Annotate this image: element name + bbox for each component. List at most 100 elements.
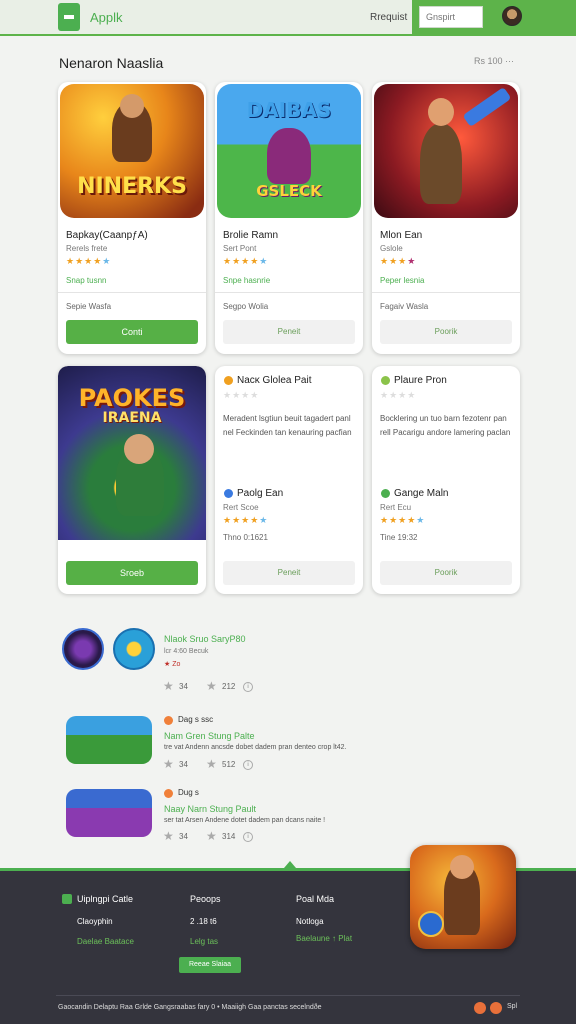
game-art-title: NINERKS — [77, 174, 187, 199]
game-title[interactable]: Brolie Ramn — [223, 230, 278, 241]
footer-col1-item[interactable]: Daelae Baatace — [77, 937, 134, 946]
list-item-desc: ser tat Arsen Andene dotet dadem pan dca… — [164, 817, 326, 824]
game-art-subtitle: IRAENA — [102, 410, 162, 426]
divider — [372, 292, 520, 293]
rating-stars: ★★★★★ — [66, 256, 112, 266]
list-item-thumbnail[interactable] — [66, 789, 152, 837]
game-card[interactable]: NINERKS Bapkay(CaanpƒA) Rerels frete ★★★… — [58, 82, 206, 354]
footer-copyright: Gaocandin Delaptu Raa Grlde Gangsraabas … — [58, 1004, 322, 1011]
character-head — [124, 434, 154, 464]
rating-stars: ★★★★★ — [223, 256, 269, 266]
game-card[interactable]: Nacĸ Glolea Pait ★★★★ Meradent lsgtiun b… — [215, 366, 363, 594]
info-icon[interactable]: i — [243, 832, 253, 842]
list-item-icon — [164, 716, 173, 725]
social-label[interactable]: Spl — [507, 1003, 517, 1010]
divider — [58, 292, 206, 293]
stat-count: 34 — [179, 682, 188, 691]
blaster-weapon-icon — [462, 86, 512, 128]
stat-count: 212 — [222, 682, 236, 691]
social-icon[interactable] — [490, 1002, 502, 1014]
search-button[interactable]: Sroeb — [66, 561, 198, 585]
game-icon — [224, 489, 233, 498]
promo-app-icon[interactable] — [410, 845, 516, 949]
rating-stars: ★★★★★ — [380, 515, 426, 525]
shield-icon — [418, 911, 444, 937]
game-round-icon[interactable] — [113, 628, 155, 670]
game-art-title: PAOKES — [78, 384, 186, 412]
game-round-icon[interactable] — [62, 628, 104, 670]
footer-col2-item[interactable]: 2 .18 t6 — [190, 917, 217, 926]
footer-notch — [284, 861, 296, 868]
game-title[interactable]: Gange Maln — [394, 488, 448, 499]
stat-count: 512 — [222, 760, 236, 769]
stat-count: 314 — [222, 832, 236, 841]
game-title[interactable]: Nacĸ Glolea Pait — [237, 375, 311, 386]
section-meta[interactable]: Rs 100 ··· — [474, 56, 514, 66]
game-title[interactable]: Bapkay(CaanpƒA) — [66, 230, 148, 241]
user-avatar[interactable] — [502, 6, 522, 26]
game-card[interactable]: PAOKES IRAENA Sroeb — [58, 366, 206, 594]
star-icon: ★ — [163, 679, 174, 693]
game-thumbnail[interactable]: NINERKS — [60, 84, 204, 218]
list-item-icon — [164, 789, 173, 798]
game-thumbnail[interactable]: DAIBAS GSLECK — [217, 84, 361, 218]
list-item-tag: Dug s — [178, 788, 199, 797]
game-title[interactable]: Plaure Pron — [394, 375, 447, 386]
game-thumbnail[interactable]: PAOKES IRAENA — [58, 366, 206, 540]
game-thumbnail[interactable] — [374, 84, 518, 218]
info-icon[interactable]: i — [243, 760, 253, 770]
game-art-subtitle: GSLECK — [256, 182, 322, 200]
game-card[interactable]: DAIBAS GSLECK Brolie Ramn Sert Pont ★★★★… — [215, 82, 363, 354]
game-publisher: Rerels frete — [66, 244, 108, 253]
list-item-title[interactable]: Nlaok Sruo SaryP80 — [164, 634, 246, 644]
game-meta: Sepie Wasfa — [66, 302, 112, 311]
list-item-title[interactable]: Naay Narn Stung Pault — [164, 804, 256, 814]
list-item-sub: lcr 4:60 Becuk — [164, 648, 209, 655]
footer-col3-item[interactable]: Baelaune ↑ Plat — [296, 934, 352, 943]
footer-divider — [56, 995, 520, 996]
game-title[interactable]: Paolg Ean — [237, 488, 283, 499]
game-icon — [224, 376, 233, 385]
game-publisher: Sert Pont — [223, 244, 257, 253]
star-icon: ★ — [206, 829, 217, 843]
footer-col3-item[interactable]: Notloga — [296, 917, 324, 926]
continue-button[interactable]: Conti — [66, 320, 198, 344]
game-tag: Snap tusnn — [66, 276, 107, 285]
game-time: Thno 0:1621 — [223, 533, 268, 542]
character-figure — [267, 128, 311, 184]
search-input[interactable] — [419, 6, 483, 28]
pork-button[interactable]: Poorik — [380, 561, 512, 585]
footer-col3-title: Poal Mda — [296, 894, 335, 904]
footer-logo-icon — [62, 894, 72, 904]
rating-stars: ★★★★ — [380, 390, 417, 400]
section-title: Nenaron Naaslia — [59, 55, 164, 71]
info-icon[interactable]: i — [243, 682, 253, 692]
footer-cta-button[interactable]: Reeae Slaiaa — [179, 957, 241, 973]
app-logo-icon[interactable] — [58, 3, 80, 31]
star-icon: ★ — [206, 757, 217, 771]
footer-col2-item[interactable]: Lelg tas — [190, 937, 218, 946]
rating-stars: ★★★★ — [223, 390, 260, 400]
game-tag: Snpe hasnrie — [223, 276, 271, 285]
game-art-title: DAIBAS — [246, 98, 332, 122]
star-icon: ★ — [163, 829, 174, 843]
list-item-title[interactable]: Nam Gren Stung Palte — [164, 731, 255, 741]
social-icon[interactable] — [474, 1002, 486, 1014]
pork-button[interactable]: Poorik — [380, 320, 512, 344]
permit-button[interactable]: Peneit — [223, 561, 355, 585]
footer-col1-item[interactable]: Claoyphin — [77, 917, 113, 926]
request-link[interactable]: Rrequist — [370, 12, 407, 23]
game-icon — [381, 376, 390, 385]
app-name[interactable]: Applk — [90, 10, 123, 25]
game-card[interactable]: Mlon Ean Gslole ★★★★ Peper lesnia Fagaiv… — [372, 82, 520, 354]
game-title[interactable]: Mlon Ean — [380, 230, 422, 241]
game-tag: Peper lesnia — [380, 276, 425, 285]
permit-button[interactable]: Peneit — [223, 320, 355, 344]
game-meta: Segpo Wolia — [223, 302, 269, 311]
game-icon — [381, 489, 390, 498]
footer-col1-title: Uiplngpi Catle — [77, 894, 134, 904]
list-item-thumbnail[interactable] — [66, 716, 152, 764]
divider — [215, 292, 363, 293]
top-navbar: Applk Rrequist — [0, 0, 576, 36]
game-card[interactable]: Plaure Pron ★★★★ Bocklering un tuo barn … — [372, 366, 520, 594]
